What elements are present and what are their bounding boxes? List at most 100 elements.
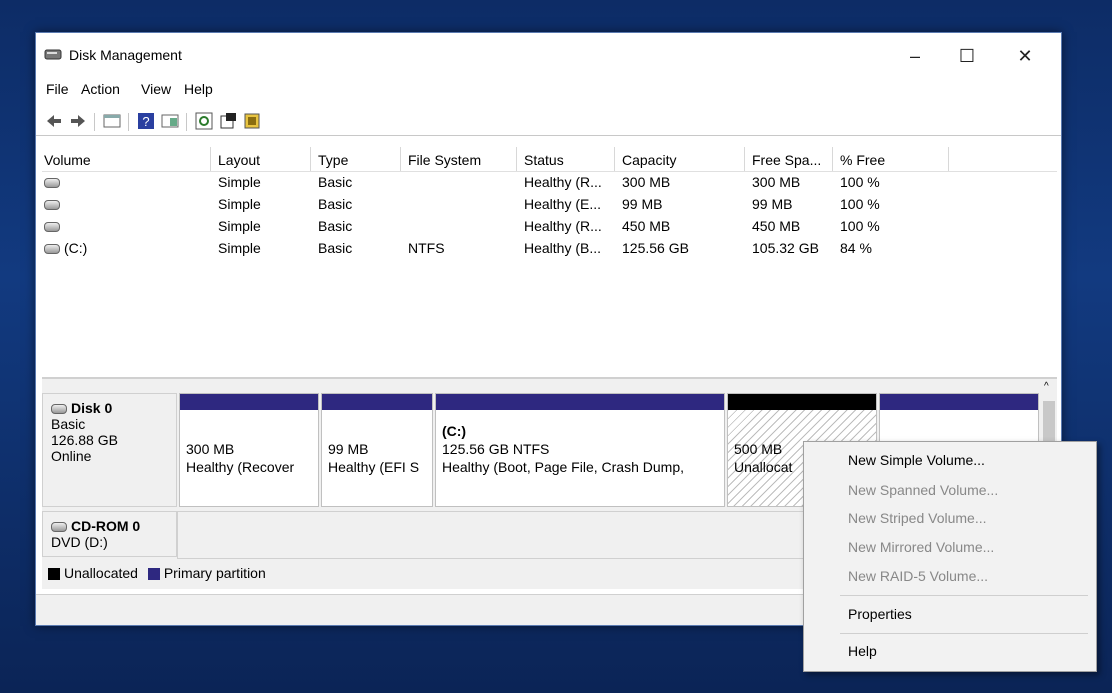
- minimize-button[interactable]: –: [892, 41, 938, 71]
- partition-status: Healthy (Recover: [186, 459, 295, 475]
- cdrom-icon: [51, 522, 67, 533]
- table-row[interactable]: (C:) Simple Basic NTFS Healthy (B... 125…: [42, 237, 1057, 259]
- menu-new-striped-volume[interactable]: New Striped Volume...: [848, 506, 987, 530]
- volume-cell: [44, 193, 204, 215]
- scroll-up-icon[interactable]: ^: [1044, 381, 1049, 392]
- disk0-status: Online: [51, 448, 92, 464]
- partition-title: (C:): [442, 423, 467, 439]
- settings-icon[interactable]: [242, 111, 262, 131]
- toolbar-separator: [128, 113, 129, 131]
- disk0-type: Basic: [51, 416, 86, 432]
- menu-new-raid5-volume[interactable]: New RAID-5 Volume...: [848, 564, 988, 588]
- cdrom-name: CD-ROM 0: [71, 518, 141, 534]
- capacity-cell: 99 MB: [622, 196, 663, 212]
- status-cell: Healthy (B...: [524, 240, 602, 256]
- column-divider[interactable]: [832, 147, 833, 171]
- legend-primary: Primary partition: [163, 565, 266, 581]
- column-divider[interactable]: [310, 147, 311, 171]
- column-divider[interactable]: [614, 147, 615, 171]
- partition-efi[interactable]: 99 MB Healthy (EFI S: [321, 393, 433, 507]
- menu-action[interactable]: Action: [81, 81, 120, 97]
- disk-management-icon: [44, 49, 62, 60]
- properties-icon[interactable]: [218, 111, 238, 131]
- column-free-space[interactable]: Free Spa...: [752, 149, 821, 171]
- volume-icon: [44, 200, 60, 211]
- menu-new-spanned-volume[interactable]: New Spanned Volume...: [848, 478, 998, 502]
- column-divider[interactable]: [400, 147, 401, 171]
- partition-size: 125.56 GB NTFS: [442, 441, 550, 457]
- menu-bar: File Action View Help: [36, 77, 1061, 103]
- partition-size: 300 MB: [186, 441, 235, 457]
- column-capacity[interactable]: Capacity: [622, 149, 676, 171]
- column-divider[interactable]: [744, 147, 745, 171]
- partition-text: 99 MB Healthy (EFI S: [328, 440, 430, 476]
- column-divider[interactable]: [210, 147, 211, 171]
- svg-text:?: ?: [142, 114, 149, 129]
- disk0-title-row: Disk 0: [51, 400, 168, 416]
- volume-list: Volume Layout Type File System Status Ca…: [42, 145, 1057, 379]
- table-row[interactable]: Simple Basic Healthy (R... 450 MB 450 MB…: [42, 215, 1057, 237]
- percent-free-cell: 100 %: [840, 196, 880, 212]
- free-space-cell: 105.32 GB: [752, 240, 819, 256]
- volume-cell: (C:): [44, 237, 204, 259]
- menu-view[interactable]: View: [141, 81, 171, 97]
- menu-help[interactable]: Help: [184, 81, 213, 97]
- table-row[interactable]: Simple Basic Healthy (E... 99 MB 99 MB 1…: [42, 193, 1057, 215]
- menu-file[interactable]: File: [46, 81, 69, 97]
- column-file-system[interactable]: File System: [408, 149, 481, 171]
- disk-icon: [51, 404, 67, 415]
- free-space-cell: 450 MB: [752, 218, 801, 234]
- cdrom-title-row: CD-ROM 0: [51, 518, 168, 534]
- volume-cell: [44, 215, 204, 237]
- column-divider[interactable]: [948, 147, 949, 171]
- file-system-cell: NTFS: [408, 240, 445, 256]
- partition-text: 300 MB Healthy (Recover: [186, 440, 316, 476]
- console-tree-icon[interactable]: [102, 111, 122, 131]
- partition-recovery[interactable]: 300 MB Healthy (Recover: [179, 393, 319, 507]
- volume-name: (C:): [64, 240, 88, 256]
- partition-c-drive[interactable]: (C:) 125.56 GB NTFS Healthy (Boot, Page …: [435, 393, 725, 507]
- partition-size: 99 MB: [328, 441, 369, 457]
- menu-properties[interactable]: Properties: [848, 602, 912, 626]
- type-cell: Basic: [318, 240, 353, 256]
- disk0-label[interactable]: Disk 0 Basic 126.88 GB Online: [42, 393, 177, 507]
- layout-cell: Simple: [218, 174, 261, 190]
- cdrom-drive: DVD (D:): [51, 534, 108, 550]
- partition-bar: [180, 394, 318, 410]
- table-row[interactable]: Simple Basic Healthy (R... 300 MB 300 MB…: [42, 171, 1057, 193]
- menu-new-simple-volume[interactable]: New Simple Volume...: [848, 448, 985, 472]
- view-pane-icon[interactable]: [160, 111, 180, 131]
- refresh-icon[interactable]: [194, 111, 214, 131]
- column-divider[interactable]: [516, 147, 517, 171]
- volume-icon: [44, 222, 60, 233]
- toolbar-separator: [94, 113, 95, 131]
- type-cell: Basic: [318, 218, 353, 234]
- percent-free-cell: 100 %: [840, 174, 880, 190]
- help-icon[interactable]: ?: [136, 111, 156, 131]
- partition-bar: [728, 394, 876, 410]
- close-button[interactable]: ✕: [1002, 41, 1048, 71]
- free-space-cell: 300 MB: [752, 174, 801, 190]
- disk0-size: 126.88 GB: [51, 432, 118, 448]
- column-percent-free[interactable]: % Free: [840, 149, 885, 171]
- menu-help-item[interactable]: Help: [848, 639, 877, 663]
- menu-separator: [840, 595, 1088, 596]
- percent-free-cell: 100 %: [840, 218, 880, 234]
- legend: Unallocated Primary partition: [46, 565, 266, 581]
- partition-bar: [436, 394, 724, 410]
- capacity-cell: 450 MB: [622, 218, 671, 234]
- maximize-button[interactable]: ☐: [944, 41, 990, 71]
- column-status[interactable]: Status: [524, 149, 564, 171]
- cdrom-label[interactable]: CD-ROM 0 DVD (D:): [42, 511, 177, 557]
- menu-new-mirrored-volume[interactable]: New Mirrored Volume...: [848, 535, 994, 559]
- column-type[interactable]: Type: [318, 149, 348, 171]
- forward-arrow-icon[interactable]: [68, 111, 88, 131]
- column-layout[interactable]: Layout: [218, 149, 260, 171]
- column-volume[interactable]: Volume: [44, 149, 91, 171]
- layout-cell: Simple: [218, 196, 261, 212]
- volume-icon: [44, 178, 60, 189]
- free-space-cell: 99 MB: [752, 196, 793, 212]
- back-arrow-icon[interactable]: [44, 111, 64, 131]
- partition-status: Healthy (Boot, Page File, Crash Dump,: [442, 459, 684, 475]
- capacity-cell: 300 MB: [622, 174, 671, 190]
